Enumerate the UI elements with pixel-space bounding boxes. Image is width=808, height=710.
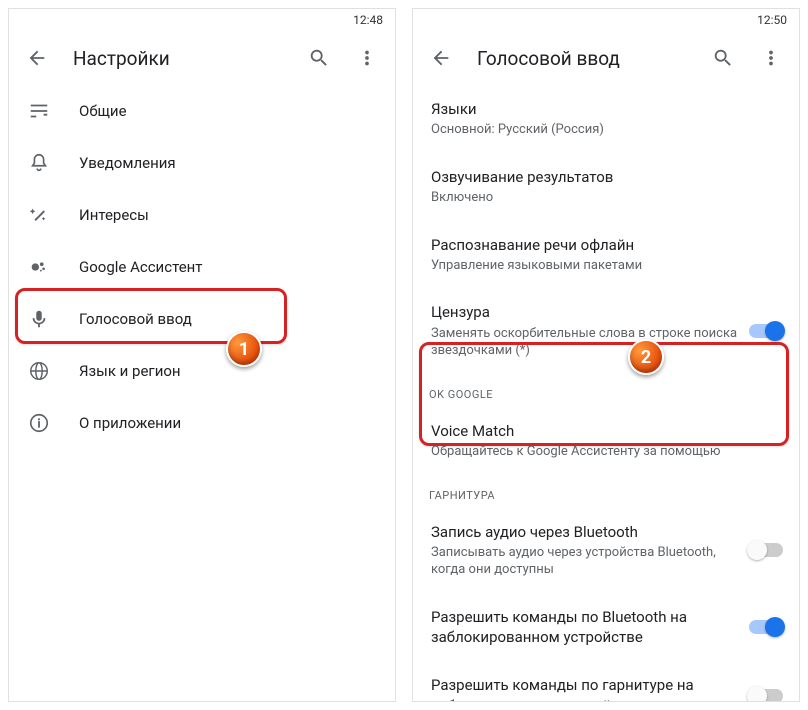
item-label: О приложении: [79, 413, 379, 433]
item-primary: Разрешить команды по Bluetooth на заблок…: [431, 607, 739, 648]
item-primary: Озвучивание результатов: [431, 167, 783, 187]
more-icon: [760, 47, 782, 69]
item-label: Голосовой ввод: [79, 309, 379, 329]
switch-bluetooth-locked[interactable]: [749, 620, 783, 634]
clock: 12:48: [353, 13, 383, 27]
switch-censoring[interactable]: [749, 324, 783, 338]
bell-icon: [27, 151, 51, 175]
item-censoring[interactable]: Цензура Заменять оскорбительные слова в …: [413, 288, 799, 373]
item-primary: Разрешить команды по гарнитуре на заблок…: [431, 675, 739, 701]
item-secondary: Управление языковыми пакетами: [431, 257, 783, 275]
item-secondary: Включено: [431, 189, 783, 207]
item-primary: Языки: [431, 99, 783, 119]
item-voice-match[interactable]: Voice Match Обращайтесь к Google Ассисте…: [413, 407, 799, 475]
item-headset-locked[interactable]: Разрешить команды по гарнитуре на заблок…: [413, 661, 799, 701]
item-primary: Распознавание речи офлайн: [431, 235, 783, 255]
switch-bluetooth-audio[interactable]: [749, 543, 783, 557]
item-primary: Запись аудио через Bluetooth: [431, 522, 739, 542]
item-speak-results[interactable]: Озвучивание результатов Включено: [413, 153, 799, 221]
section-ok-google: OK GOOGLE: [413, 374, 799, 407]
settings-item-voice-input[interactable]: Голосовой ввод: [9, 293, 395, 345]
app-bar: Голосовой ввод: [413, 31, 799, 85]
item-label: Общие: [79, 101, 379, 121]
settings-list: Общие Уведомления Интересы Google Ассист…: [9, 85, 395, 701]
back-button[interactable]: [421, 38, 461, 78]
app-bar: Настройки: [9, 31, 395, 85]
settings-item-general[interactable]: Общие: [9, 85, 395, 137]
item-languages[interactable]: Языки Основной: Русский (Россия): [413, 85, 799, 153]
back-icon: [430, 47, 452, 69]
settings-item-assistant[interactable]: Google Ассистент: [9, 241, 395, 293]
more-button[interactable]: [347, 38, 387, 78]
item-label: Интересы: [79, 205, 379, 225]
search-button[interactable]: [299, 38, 339, 78]
status-bar: 12:50: [413, 9, 799, 31]
page-title: Голосовой ввод: [469, 47, 695, 70]
tune-icon: [27, 99, 51, 123]
item-secondary: Основной: Русский (Россия): [431, 121, 783, 139]
item-secondary: Записывать аудио через устройства Blueto…: [431, 544, 739, 579]
item-label: Уведомления: [79, 153, 379, 173]
page-title: Настройки: [65, 47, 291, 70]
search-icon: [712, 47, 734, 69]
more-button[interactable]: [751, 38, 791, 78]
settings-item-language-region[interactable]: Язык и регион: [9, 345, 395, 397]
item-secondary: Обращайтесь к Google Ассистенту за помощ…: [431, 443, 783, 461]
assistant-icon: [27, 255, 51, 279]
item-primary: Voice Match: [431, 421, 783, 441]
search-icon: [308, 47, 330, 69]
back-icon: [26, 47, 48, 69]
phone-left: 12:48 Настройки Общие Уведомления Интере…: [8, 8, 396, 702]
item-secondary: Заменять оскорбительные слова в строке п…: [431, 325, 739, 360]
item-label: Google Ассистент: [79, 257, 379, 277]
settings-item-notifications[interactable]: Уведомления: [9, 137, 395, 189]
phone-right: 12:50 Голосовой ввод Языки Основной: Рус…: [412, 8, 800, 702]
info-icon: [27, 411, 51, 435]
search-button[interactable]: [703, 38, 743, 78]
section-headset: ГАРНИТУРА: [413, 475, 799, 508]
voice-settings-list: Языки Основной: Русский (Россия) Озвучив…: [413, 85, 799, 701]
mic-icon: [27, 307, 51, 331]
item-bluetooth-audio[interactable]: Запись аудио через Bluetooth Записывать …: [413, 508, 799, 593]
item-bluetooth-locked[interactable]: Разрешить команды по Bluetooth на заблок…: [413, 593, 799, 662]
status-bar: 12:48: [9, 9, 395, 31]
item-label: Язык и регион: [79, 361, 379, 381]
item-offline-recognition[interactable]: Распознавание речи офлайн Управление язы…: [413, 221, 799, 289]
clock: 12:50: [757, 13, 787, 27]
more-icon: [356, 47, 378, 69]
item-primary: Цензура: [431, 302, 739, 322]
globe-icon: [27, 359, 51, 383]
back-button[interactable]: [17, 38, 57, 78]
switch-headset-locked[interactable]: [749, 689, 783, 701]
settings-item-about[interactable]: О приложении: [9, 397, 395, 449]
wand-icon: [27, 203, 51, 227]
settings-item-interests[interactable]: Интересы: [9, 189, 395, 241]
